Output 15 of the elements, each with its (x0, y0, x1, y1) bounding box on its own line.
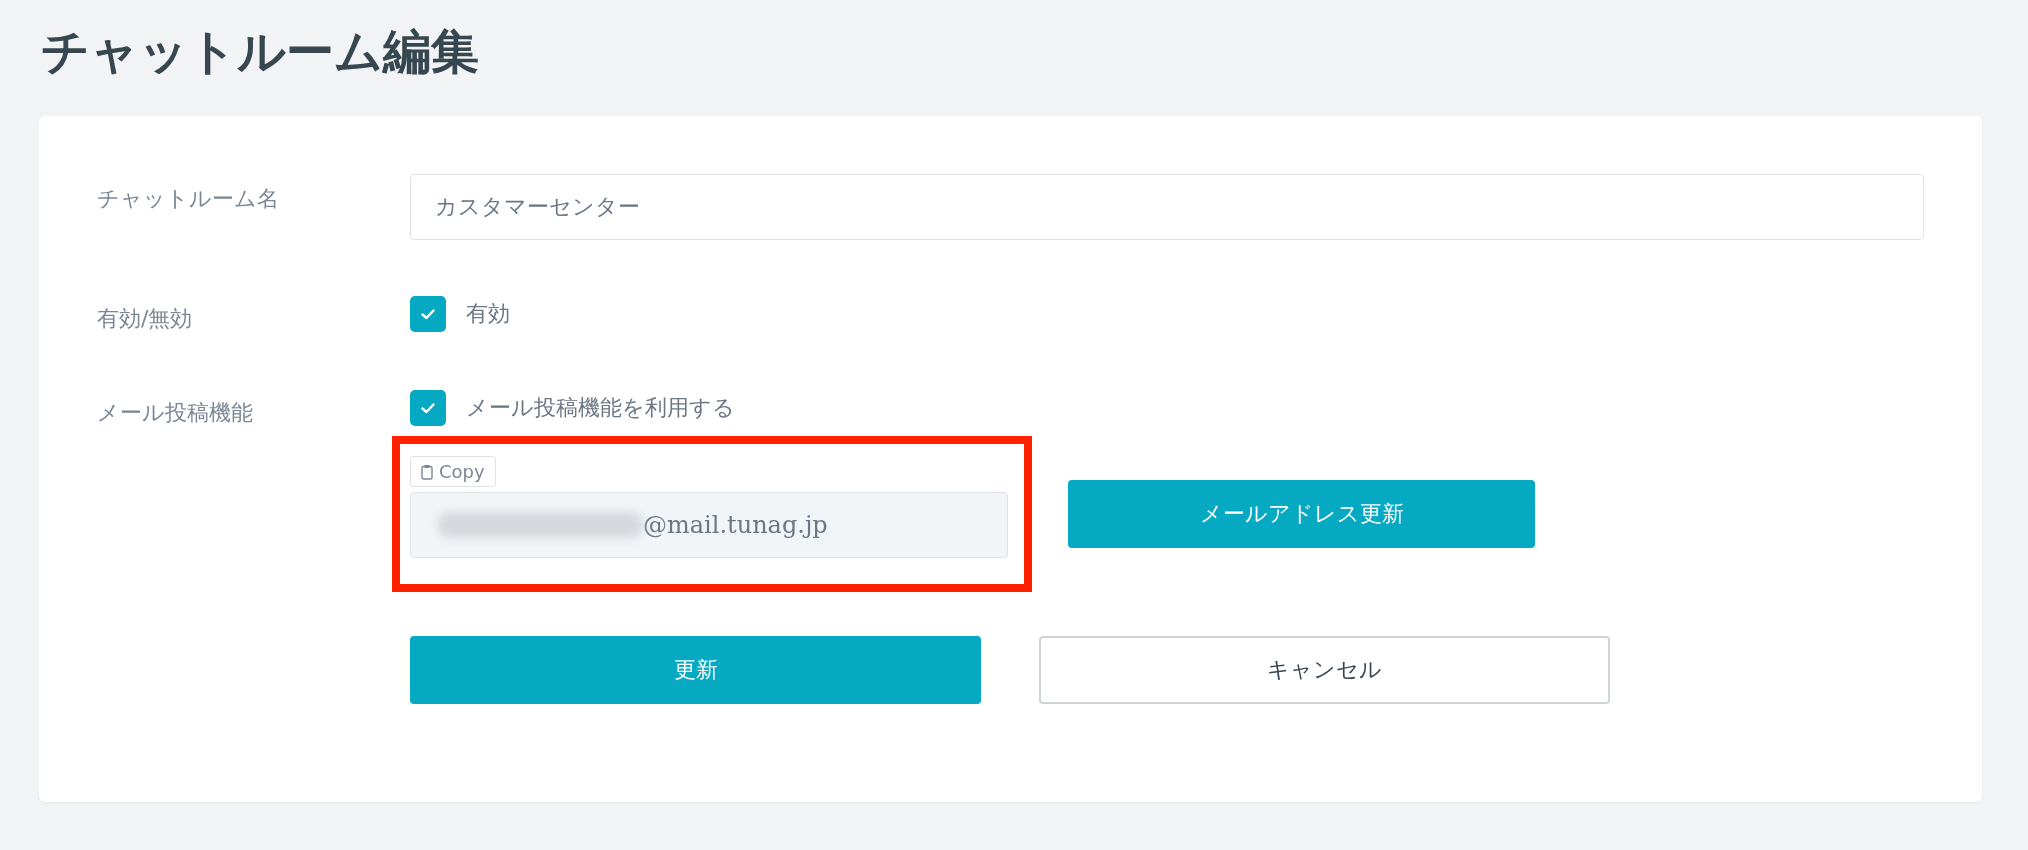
clipboard-icon (421, 463, 433, 480)
page-title: チャットルーム編集 (41, 22, 479, 81)
update-address-button[interactable]: メールアドレス更新 (1068, 480, 1535, 548)
room-name-field[interactable]: カスタマーセンター (410, 174, 1924, 240)
update-button[interactable]: 更新 (410, 636, 981, 704)
field-label: チャットルーム名 (97, 185, 280, 213)
copy-button[interactable]: Copy (410, 456, 496, 487)
checkbox[interactable] (410, 390, 446, 426)
checkbox-label: メール投稿機能を利用する (466, 394, 735, 422)
checkbox-label: 有効 (466, 300, 510, 328)
cancel-button[interactable]: キャンセル (1039, 636, 1610, 704)
checkbox[interactable] (410, 296, 446, 332)
email-address-field[interactable]: @mail.tunag.jp (410, 492, 1008, 558)
field-label: 有効/無効 (97, 305, 194, 333)
field-label: メール投稿機能 (97, 399, 254, 427)
